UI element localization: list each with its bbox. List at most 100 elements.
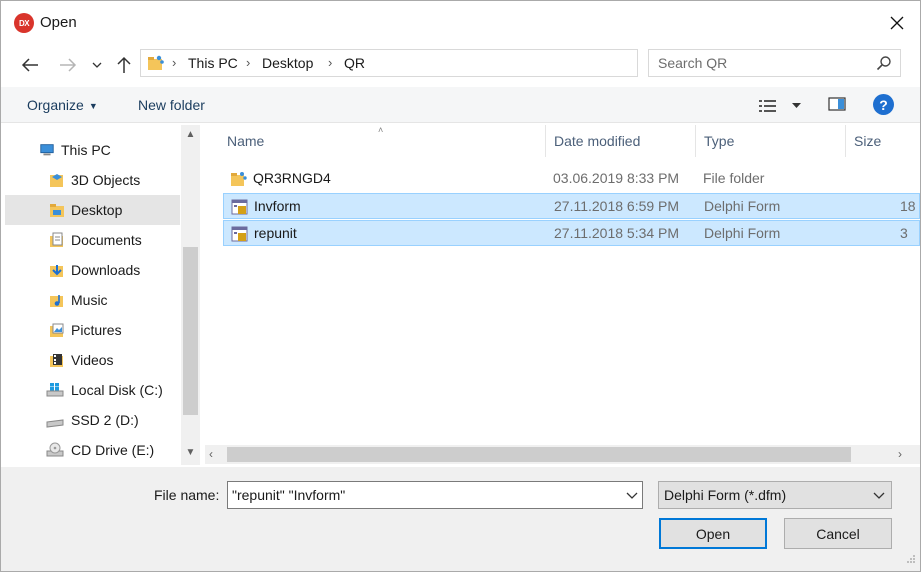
nav-item-label: SSD 2 (D:) [71, 412, 139, 428]
help-button[interactable]: ? [873, 94, 894, 115]
file-date: 03.06.2019 8:33 PM [553, 170, 680, 186]
nav-item-music[interactable]: Music [5, 285, 180, 315]
column-header-label: Date modified [554, 133, 641, 149]
preview-pane-icon [828, 97, 846, 111]
change-view-button[interactable] [758, 95, 806, 117]
chevron-down-icon[interactable] [626, 487, 638, 503]
file-row-invform[interactable]: Invform 27.11.2018 6:59 PM Delphi Form 1… [223, 193, 920, 219]
nav-item-videos[interactable]: Videos [5, 345, 180, 375]
file-list: Name ˄ Date modified Type Size QR3RNGD4 … [205, 125, 920, 465]
navigation-pane: This PC 3D Objects Desktop Documents Dow… [5, 125, 200, 465]
breadcrumb-desktop[interactable]: Desktop [262, 55, 313, 71]
resize-grip-icon[interactable] [906, 551, 916, 567]
documents-icon [49, 232, 65, 248]
column-header-label: Name [227, 133, 265, 149]
search-input[interactable]: Search QR [648, 49, 901, 77]
scroll-left-icon[interactable]: ‹ [209, 447, 213, 461]
column-header-date-modified[interactable]: Date modified [546, 125, 696, 157]
file-row-qr3rngd4[interactable]: QR3RNGD4 03.06.2019 8:33 PM File folder [223, 166, 920, 192]
breadcrumb-separator: › [328, 55, 333, 70]
nav-item-pictures[interactable]: Pictures [5, 315, 180, 345]
file-size: 18 [900, 198, 916, 214]
title-bar: DX Open [1, 1, 920, 45]
chevron-down-icon [92, 62, 102, 68]
scroll-right-icon[interactable]: › [898, 447, 902, 461]
nav-item-this-pc[interactable]: This PC [5, 135, 180, 165]
scroll-down-icon[interactable]: ▼ [181, 447, 200, 458]
column-header-type[interactable]: Type [696, 125, 846, 157]
file-type: Delphi Form [704, 225, 781, 241]
computer-icon [39, 142, 55, 158]
up-button[interactable] [111, 52, 137, 78]
file-name-input[interactable]: "repunit" "Invform" [227, 481, 643, 509]
close-button[interactable] [874, 1, 920, 45]
nav-item-desktop[interactable]: Desktop [5, 195, 180, 225]
column-header-size[interactable]: Size [846, 125, 920, 157]
nav-scroll-thumb[interactable] [183, 247, 198, 415]
file-row-repunit[interactable]: repunit 27.11.2018 5:34 PM Delphi Form 3 [223, 220, 920, 246]
nav-scrollbar[interactable]: ▲ ▼ [181, 125, 200, 465]
organize-menu[interactable]: Organize ▼ [27, 97, 98, 113]
nav-item-label: Documents [71, 232, 142, 248]
cd-drive-icon [45, 442, 65, 458]
nav-item-label: 3D Objects [71, 172, 141, 188]
sort-ascending-icon: ˄ [378, 125, 384, 135]
nav-item-3d-objects[interactable]: 3D Objects [5, 165, 180, 195]
nav-item-label: Music [71, 292, 108, 308]
file-type: Delphi Form [704, 198, 781, 214]
folder-location-icon [147, 54, 165, 75]
dialog-footer: File name: "repunit" "Invform" Delphi Fo… [1, 467, 920, 571]
music-icon [49, 292, 65, 308]
app-icon: DX [14, 13, 34, 33]
file-name: QR3RNGD4 [253, 170, 331, 186]
arrow-left-icon [21, 58, 38, 72]
horizontal-scroll-thumb[interactable] [227, 447, 851, 462]
file-name: repunit [254, 225, 297, 241]
recent-locations-button[interactable] [87, 52, 107, 78]
videos-icon [49, 352, 65, 368]
back-button[interactable] [17, 52, 43, 78]
scroll-up-icon[interactable]: ▲ [181, 129, 200, 140]
nav-item-cd-drive-e[interactable]: CD Drive (E:) [5, 435, 180, 465]
details-view-icon [759, 100, 776, 112]
file-name-value: "repunit" "Invform" [232, 487, 346, 503]
nav-item-label: Pictures [71, 322, 122, 338]
breadcrumb-separator: › [246, 55, 251, 70]
arrow-up-icon [117, 56, 131, 73]
file-type-filter-select[interactable]: Delphi Form (*.dfm) [658, 481, 892, 509]
breadcrumb-separator: › [172, 55, 177, 70]
nav-item-documents[interactable]: Documents [5, 225, 180, 255]
file-date: 27.11.2018 6:59 PM [554, 198, 680, 214]
file-type-filter-value: Delphi Form (*.dfm) [664, 487, 787, 503]
breadcrumb-qr[interactable]: QR [344, 55, 365, 71]
chevron-down-icon [873, 487, 885, 503]
forward-button[interactable] [55, 52, 81, 78]
nav-item-ssd-2-d[interactable]: SSD 2 (D:) [5, 405, 180, 435]
windows-drive-icon [45, 382, 65, 398]
open-button[interactable]: Open [659, 518, 767, 549]
nav-item-local-disk-c[interactable]: Local Disk (C:) [5, 375, 180, 405]
file-size: 3 [900, 225, 908, 241]
file-name: Invform [254, 198, 301, 214]
cancel-button[interactable]: Cancel [784, 518, 892, 549]
desktop-folder-icon [49, 202, 65, 218]
arrow-right-icon [60, 58, 77, 72]
preview-pane-button[interactable] [828, 96, 846, 115]
nav-item-downloads[interactable]: Downloads [5, 255, 180, 285]
search-placeholder: Search QR [658, 55, 728, 71]
folder-icon [230, 170, 248, 188]
file-date: 27.11.2018 5:34 PM [554, 225, 680, 241]
column-header-label: Size [854, 133, 882, 149]
file-list-horizontal-scrollbar[interactable]: ‹ › [205, 445, 920, 464]
breadcrumb-this-pc[interactable]: This PC [188, 55, 238, 71]
new-folder-button[interactable]: New folder [138, 97, 205, 113]
column-header-label: Type [704, 133, 735, 149]
open-dialog: DX Open › This PC › Desktop › QR Search … [0, 0, 921, 572]
close-icon [890, 16, 904, 30]
delphi-form-icon [231, 198, 249, 216]
3d-objects-icon [49, 172, 65, 188]
file-name-label: File name: [154, 487, 220, 503]
caret-down-icon: ▼ [88, 101, 98, 111]
address-bar[interactable]: › This PC › Desktop › QR [140, 49, 769, 77]
drive-icon [45, 412, 65, 428]
